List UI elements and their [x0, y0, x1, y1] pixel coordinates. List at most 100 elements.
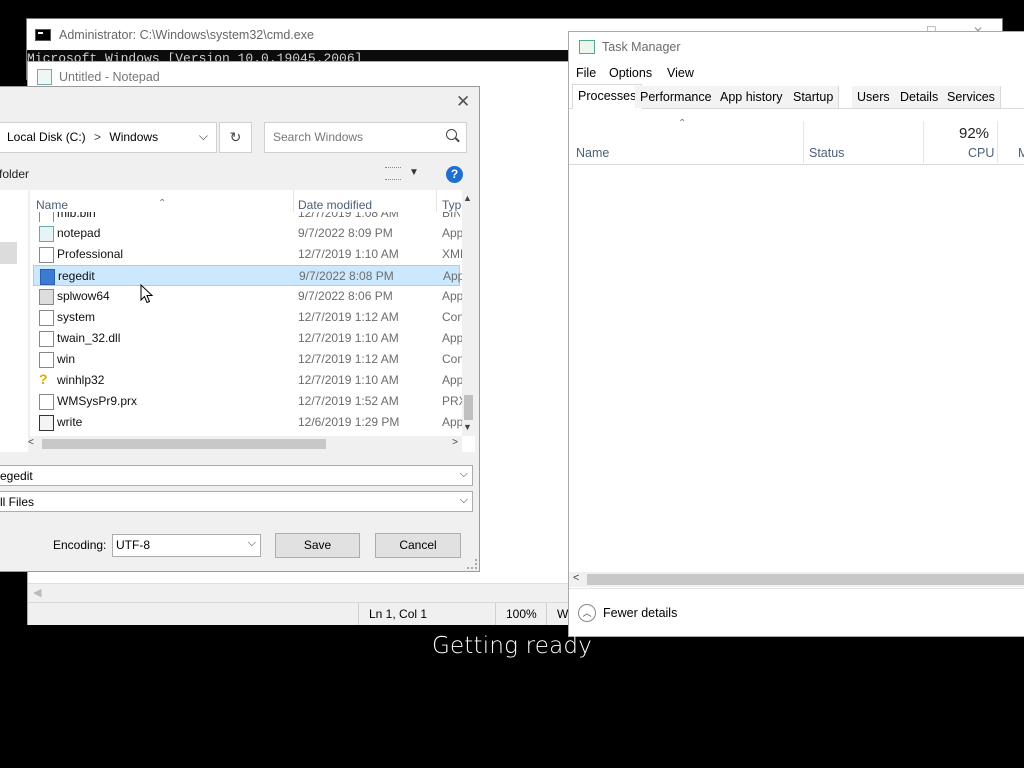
file-date-modified: 12/7/2019 1:08 AM [298, 212, 399, 220]
file-row[interactable]: mib.bin 12/7/2019 1:08 AM BIN [33, 212, 460, 222]
fewer-details-link[interactable]: Fewer details [603, 606, 677, 620]
file-name: Professional [57, 247, 124, 261]
chevron-up-icon[interactable]: ︿ [578, 604, 596, 622]
file-row[interactable]: twain_32.dll 12/7/2019 1:10 AM Appl [33, 328, 466, 349]
getting-ready-message: Getting ready [431, 633, 593, 659]
scroll-left-icon[interactable]: ◀ [33, 586, 41, 599]
file-row[interactable]: write 12/6/2019 1:29 PM Appl [33, 412, 466, 433]
chevron-down-icon[interactable]: ⌵ [460, 468, 468, 481]
cmd-icon [35, 28, 51, 41]
navigation-pane[interactable] [0, 190, 28, 452]
tab-performance[interactable]: Performance [635, 86, 718, 108]
config-file-icon [39, 352, 54, 368]
file-list[interactable]: ⌃ Name Date modified Type mib.bin 12/7/20… [30, 190, 475, 452]
file-date-modified: 12/7/2019 1:52 AM [298, 394, 399, 408]
regedit-icon [40, 269, 55, 285]
task-manager-titlebar[interactable]: Task Manager [569, 32, 1024, 62]
column-name[interactable]: Name [576, 146, 609, 160]
cancel-button[interactable]: Cancel [375, 533, 461, 558]
scroll-down-icon[interactable]: ▼ [463, 422, 472, 432]
refresh-icon: ↻ [229, 129, 242, 145]
file-list-vertical-scrollbar[interactable]: ▲ ▼ [462, 190, 475, 436]
file-row[interactable]: system 12/7/2019 1:12 AM Conf [33, 307, 467, 328]
file-name: notepad [57, 226, 101, 240]
menu-view[interactable]: View [667, 66, 694, 80]
breadcrumb-separator-icon: > [94, 130, 102, 144]
file-row[interactable]: regedit 9/7/2022 8:08 PM Appl [33, 265, 467, 286]
notepad-icon [39, 226, 54, 242]
file-name: system [57, 310, 96, 324]
tab-details[interactable]: Details [895, 86, 945, 108]
chevron-down-icon[interactable]: ⌵ [248, 537, 256, 550]
menu-file[interactable]: File [576, 66, 596, 80]
file-name: winhlp32 [57, 373, 105, 387]
tab-app-history[interactable]: App history [715, 86, 789, 108]
close-icon[interactable]: ✕ [456, 93, 470, 110]
file-row[interactable]: splwow64 9/7/2022 8:06 PM Appl [33, 286, 466, 307]
file-list-header: ⌃ Name Date modified Type [30, 190, 475, 212]
filetype-combobox[interactable]: ll Files ⌵ [0, 491, 473, 512]
new-folder-button[interactable]: folder [0, 167, 29, 181]
breadcrumb-item-windows[interactable]: Windows [109, 130, 158, 144]
cursor-position: Ln 1, Col 1 [358, 603, 499, 625]
file-date-modified: 12/7/2019 1:12 AM [298, 310, 399, 324]
chevron-down-icon[interactable]: ⌵ [460, 494, 468, 507]
encoding-select[interactable]: UTF-8 ⌵ [112, 534, 261, 557]
scroll-right-icon[interactable]: > [452, 437, 458, 448]
file-row[interactable]: win 12/7/2019 1:12 AM Conf [33, 349, 467, 370]
config-file-icon [39, 310, 54, 326]
search-icon[interactable] [446, 129, 457, 140]
column-memory[interactable]: M [1018, 146, 1024, 160]
notepad-horizontal-scrollbar[interactable]: ◀ [28, 583, 588, 602]
save-as-dialog[interactable]: ✕ Local Disk (C:) > Windows ⌵ ↻ Search W… [0, 86, 480, 572]
view-options-icon[interactable] [385, 167, 401, 180]
save-button[interactable]: Save [275, 533, 360, 558]
scrollbar-thumb[interactable] [587, 574, 1024, 585]
sort-ascending-icon: ⌃ [158, 198, 167, 209]
scroll-left-icon[interactable]: < [28, 437, 34, 448]
search-box[interactable]: Search Windows [264, 122, 467, 153]
file-list-horizontal-scrollbar[interactable]: < > [28, 436, 462, 452]
file-name: WMSysPr9.prx [57, 394, 138, 408]
menu-options[interactable]: Options [609, 66, 652, 80]
task-manager-tabs: Processes Performance App history Startu… [569, 84, 1024, 109]
task-manager-icon [579, 40, 595, 54]
file-row[interactable]: ? winhlp32 12/7/2019 1:10 AM Appl [33, 370, 466, 391]
tab-users[interactable]: Users [852, 86, 896, 108]
breadcrumb-item-local-disk[interactable]: Local Disk (C:) [7, 130, 86, 144]
file-row[interactable]: Professional 12/7/2019 1:10 AM XML [33, 244, 467, 265]
file-date-modified: 12/7/2019 1:10 AM [298, 247, 399, 261]
file-date-modified: 9/7/2022 8:08 PM [299, 269, 394, 283]
file-icon [39, 212, 54, 222]
column-name[interactable]: Name [36, 198, 68, 212]
column-status[interactable]: Status [809, 146, 844, 160]
help-icon[interactable]: ? [446, 166, 463, 183]
resize-grip-icon[interactable] [467, 559, 477, 569]
scrollbar-thumb[interactable] [42, 439, 326, 449]
filetype-value: ll Files [0, 495, 35, 509]
tab-processes[interactable]: Processes [572, 84, 643, 109]
file-row[interactable]: notepad 9/7/2022 8:09 PM Appl [33, 223, 466, 244]
search-placeholder: Search Windows [273, 130, 364, 144]
filename-combobox[interactable]: egedit ⌵ [0, 465, 473, 486]
process-list-horizontal-scrollbar[interactable]: < [569, 572, 1024, 587]
tab-services[interactable]: Services [942, 86, 1001, 108]
dll-file-icon [39, 331, 54, 347]
column-date-modified[interactable]: Date modified [298, 198, 372, 212]
refresh-button[interactable]: ↻ [219, 122, 252, 153]
file-icon [39, 394, 54, 410]
address-bar[interactable]: Local Disk (C:) > Windows ⌵ [0, 122, 217, 153]
sort-ascending-icon: ⌃ [678, 118, 687, 129]
scrollbar-thumb[interactable] [464, 395, 473, 420]
scroll-left-icon[interactable]: < [573, 572, 579, 584]
xml-file-icon [39, 247, 54, 263]
scroll-up-icon[interactable]: ▲ [463, 193, 472, 203]
tab-startup[interactable]: Startup [788, 86, 840, 108]
column-cpu[interactable]: CPU [968, 146, 994, 160]
chevron-down-icon[interactable]: ⌵ [199, 129, 208, 144]
chevron-down-icon[interactable]: ▼ [409, 167, 419, 178]
task-manager-window[interactable]: Task Manager File Options View Processes… [568, 31, 1024, 637]
file-row[interactable]: WMSysPr9.prx 12/7/2019 1:52 AM PRX [33, 391, 467, 412]
nav-selected-item[interactable] [0, 242, 17, 264]
file-date-modified: 12/7/2019 1:10 AM [298, 373, 399, 387]
